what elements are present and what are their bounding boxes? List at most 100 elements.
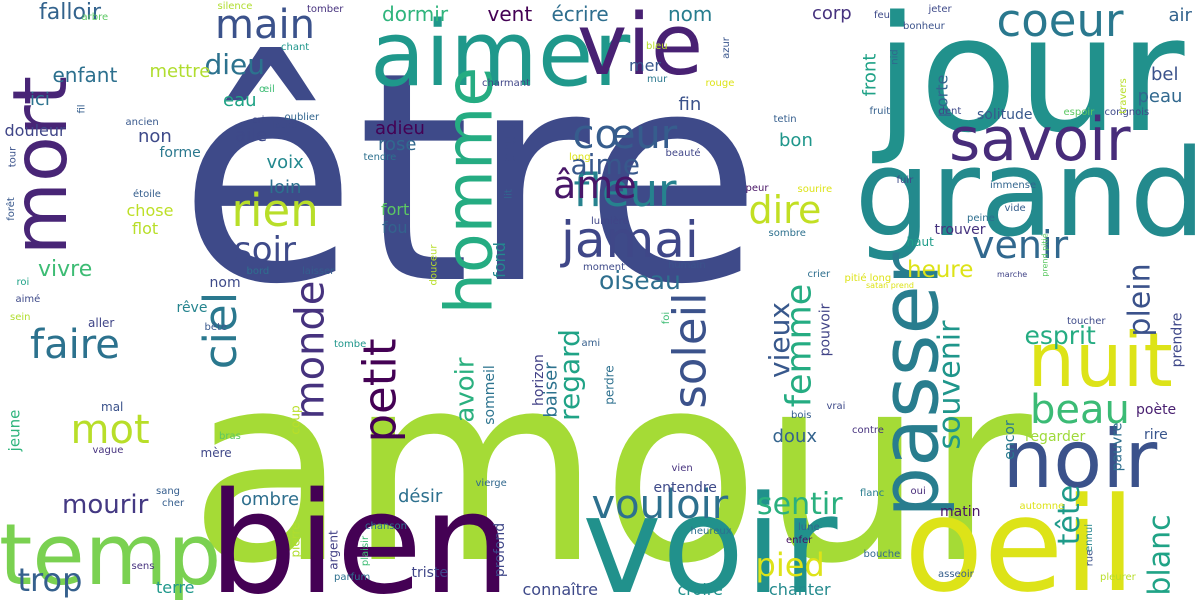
cloud-word: fil [76,104,88,114]
cloud-word: prend pitié [1040,233,1050,277]
cloud-word: bleu [646,41,668,52]
cloud-word: mot [70,407,150,453]
cloud-word: entendre [653,480,717,496]
cloud-word: pauvre [1108,422,1125,472]
cloud-word: mettre [149,61,211,82]
cloud-word: trouver [934,222,986,238]
cloud-word: sourire [797,184,833,195]
cloud-word: crier [807,269,831,280]
cloud-word: peine [967,213,995,224]
cloud-word: lourd [272,120,298,131]
cloud-word: pierre [288,522,303,558]
cloud-word: désir [398,486,443,507]
cloud-word: solitude [977,107,1033,123]
cloud-word: mourir [62,490,149,520]
cloud-word: vent [487,2,533,26]
cloud-word: pied [755,546,825,584]
cloud-word: aimé [15,294,41,305]
cloud-word: soleil [663,291,717,409]
cloud-word: sombre [768,228,806,239]
cloud-word: vien [671,463,693,474]
cloud-word: aller [88,316,115,330]
cloud-word: ici [30,89,50,110]
cloud-word: profond [492,522,509,578]
cloud-word: bonheur [903,21,945,32]
cloud-word: doux [772,426,818,447]
cloud-word: peau [1137,86,1183,107]
cloud-word: nid [889,49,901,65]
cloud-word: chose [126,201,174,220]
cloud-word: dormir [382,2,449,26]
cloud-word: fou [382,218,408,237]
cloud-word: terre [156,578,195,597]
cloud-word: horizon [530,354,547,406]
cloud-word: toucher [1067,316,1106,327]
cloud-word: vague [92,445,124,456]
cloud-word: bon [779,130,813,151]
cloud-word: air [1168,5,1192,26]
cloud-word: chanter [769,580,831,599]
cloud-word: vivre [38,257,93,282]
cloud-word: automne [1019,501,1065,512]
cloud-word: blanc [1142,514,1178,596]
cloud-word: long [569,152,591,163]
cloud-word: heure [907,256,974,283]
cloud-word: mur [647,74,668,85]
cloud-word: mer [629,56,662,75]
cloud-word: encor [1001,420,1018,460]
cloud-word: venir [972,223,1069,267]
cloud-word: lune [798,522,820,533]
cloud-word: haut [906,235,934,249]
cloud-word: chanson [365,521,407,532]
cloud-word: enfer [786,535,813,546]
cloud-word: arbre [81,12,109,23]
cloud-word: sommeil [481,365,498,425]
cloud-word: bois [791,410,812,421]
cloud-word: souvenir [931,320,967,450]
cloud-word: silence [217,1,253,12]
cloud-word: voix [266,152,304,173]
cloud-word: marche [997,270,1028,279]
cloud-word: jeter [928,4,952,15]
cloud-word: humain [668,260,706,271]
cloud-word: fin [678,94,702,115]
cloud-word: cher [162,498,185,509]
cloud-word: flot [132,219,159,238]
cloud-word: dire [748,188,822,232]
cloud-word: ami [581,338,601,349]
cloud-word: sang [156,486,181,497]
cloud-word: immense [990,180,1037,191]
cloud-word: rouge [705,78,735,89]
cloud-word: fond [489,242,509,278]
cloud-word: coeur [996,0,1124,47]
cloud-word: bête [204,322,228,333]
cloud-word: fruit [869,106,891,117]
cloud-word: tendre [363,152,397,163]
cloud-word: étoile [133,189,161,200]
cloud-word: rire [1144,427,1168,443]
cloud-word: beauté [665,148,701,159]
cloud-word: lumière [591,216,629,227]
cloud-word: plaisir [360,535,372,567]
cloud-word: bouche [863,549,901,560]
cloud-word: croire [677,580,723,599]
cloud-word: tetin [773,114,797,125]
cloud-word: argent [326,530,341,570]
cloud-word: faire [30,322,120,368]
cloud-word: tour [6,146,18,168]
cloud-word: chant [281,42,310,53]
cloud-word: jamai [561,211,699,269]
cloud-word: coup [288,405,303,435]
cloud-word: forme [159,145,201,161]
cloud-word: azur [720,37,732,59]
cloud-word: peur [745,183,769,194]
cloud-word: satan prend [866,281,914,290]
cloud-word: rue [1083,549,1095,567]
cloud-word: contre [852,425,884,436]
cloud-word: écrire [551,2,609,26]
cloud-word: parfum [334,572,371,583]
cloud-word: matin [940,504,981,520]
cloud-word: poète [1136,402,1177,418]
cloud-word: travers [1117,78,1129,114]
cloud-word: ombre [241,489,300,510]
